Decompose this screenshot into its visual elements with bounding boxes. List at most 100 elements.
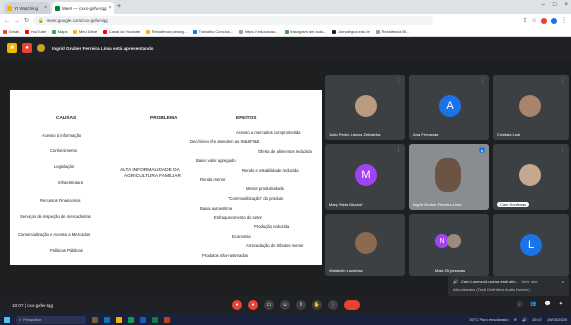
bookmark-item[interactable]: YouTube — [24, 29, 46, 34]
end-call-button[interactable] — [344, 300, 360, 310]
close-window-icon[interactable]: × — [564, 2, 568, 8]
system-tray: 30°C Parc ensolarado ≋ 🔊 10:07 19/03/202… — [469, 317, 567, 322]
forward-icon[interactable]: → — [14, 18, 20, 24]
present-icon[interactable]: ■ — [7, 43, 17, 53]
window-controls: – □ × — [542, 2, 568, 8]
bookmark-item[interactable]: Residência Bl... — [376, 29, 409, 34]
more-icon[interactable]: ⋮ — [396, 147, 401, 153]
presentation-header: ■ ● Ingrid Gruber Ferreira Lima está apr… — [0, 37, 571, 59]
chat-icon[interactable]: 💬 — [545, 301, 551, 308]
cause-item: Acesso à informação — [42, 133, 82, 138]
volume-icon[interactable]: 🔊 — [522, 317, 527, 322]
participant-tile[interactable]: ⋮ Crisitala Leal — [493, 75, 569, 140]
effect-item: Baixa autoestima — [200, 206, 233, 211]
bookmark-item[interactable]: Canal do Youtube — [103, 29, 140, 34]
minimize-icon[interactable]: – — [542, 2, 545, 8]
participant-tile[interactable]: Walderlin Lucinhas — [325, 214, 405, 276]
people-icon[interactable]: 👥 — [530, 301, 536, 308]
share-icon[interactable]: ⇪ — [523, 17, 528, 24]
url-text: meet.google.com/cxx-gxfw-tqg — [46, 18, 108, 23]
close-icon[interactable]: × — [109, 5, 112, 11]
word-icon[interactable] — [140, 316, 146, 323]
cause-item: Legislação — [54, 164, 75, 169]
participant-tile[interactable]: ⋮ M Mary Stela Bischof — [325, 144, 405, 210]
maximize-icon[interactable]: □ — [553, 2, 557, 8]
problem-text: ALTA INFORMALIDADE DA — [120, 168, 180, 173]
clock-date[interactable]: 19/03/2025 — [547, 317, 567, 322]
activities-icon[interactable]: ✦ — [559, 301, 563, 308]
cause-item: Infraestrutura — [58, 180, 83, 185]
tab-title: Meet — cxxx-gxfw-tqg — [62, 5, 107, 11]
participant-tile[interactable]: ⋮ João Pedro Llanos Zebaletra — [325, 75, 405, 140]
bookmarks-bar: Gmail YouTube Maps Meu Drive Canal do Yo… — [0, 27, 571, 37]
chrome-icon[interactable] — [128, 316, 134, 323]
close-icon[interactable]: × — [44, 5, 47, 11]
taskbar-search[interactable]: ⌕ Pesquisar — [16, 315, 86, 324]
extension-icon[interactable] — [541, 17, 547, 24]
more-icon[interactable]: ⋮ — [480, 78, 485, 84]
raise-hand-icon[interactable]: ✋ — [312, 300, 322, 310]
participant-tile-video[interactable]: ● Ingrid Gruber Ferreira Lima — [409, 144, 489, 210]
more-options-icon[interactable]: ⋮ — [328, 300, 338, 310]
more-icon[interactable]: ⋮ — [396, 78, 401, 84]
emoji-icon[interactable]: ☺ — [280, 300, 290, 310]
browser-tab[interactable]: Yt Watching × — [4, 2, 50, 14]
more-icon[interactable]: ⋮ — [560, 78, 565, 84]
bookmark-item[interactable]: Maps — [52, 29, 67, 34]
info-icon[interactable]: ⓘ — [517, 301, 522, 308]
file-explorer-icon[interactable] — [116, 316, 122, 323]
more-icon[interactable]: ⋮ — [560, 147, 565, 153]
search-placeholder: Pesquisar — [23, 317, 42, 322]
meeting-code: 10:07 | cxx-gxfw-tqg — [12, 302, 54, 308]
present-screen-icon[interactable]: ⇧ — [296, 300, 306, 310]
bookmark-item[interactable]: Meu Drive — [73, 29, 97, 34]
presenter-label: Ingrid Gruber Ferreira Lima está apresen… — [52, 45, 154, 51]
taskbar-app-icon[interactable] — [92, 316, 98, 323]
stop-icon[interactable]: ● — [22, 43, 32, 53]
star-icon[interactable]: ☆ — [532, 17, 537, 24]
cause-item: Conhecimento — [50, 148, 78, 153]
browser-tab-active[interactable]: Meet — cxxx-gxfw-tqg × — [52, 2, 114, 14]
taskbar-app-icon[interactable] — [104, 316, 110, 323]
powerpoint-icon[interactable] — [164, 316, 170, 323]
wifi-icon[interactable]: ≋ — [514, 317, 517, 322]
participant-photo — [447, 234, 461, 248]
participant-tile[interactable]: L — [493, 214, 569, 276]
bookmark-item[interactable]: Gmail — [3, 29, 19, 34]
effect-item: Menor produtividade — [246, 186, 285, 191]
effect-item: Enfraquecimento do setor — [214, 215, 262, 220]
close-icon[interactable]: × — [562, 279, 564, 284]
reload-icon[interactable]: ↻ — [24, 17, 29, 24]
toast-action-link[interactable]: Abrir aba — [521, 279, 537, 284]
url-field[interactable]: 🔒 meet.google.com/cxx-gxfw-tqg — [33, 16, 434, 25]
windows-start-icon[interactable] — [4, 316, 10, 323]
participant-tile[interactable]: ⋮ Cam Sontesas — [493, 144, 569, 210]
new-tab-icon[interactable]: + — [117, 3, 121, 10]
camera-off-icon[interactable]: ● — [248, 300, 258, 310]
effect-item: Acesso a mercados comprometida — [236, 130, 301, 135]
captions-icon[interactable]: ▭ — [264, 300, 274, 310]
audio-notification: 🔊 Cam Lorenzo/Lucena está ativ... Abrir … — [448, 276, 569, 297]
clock-time[interactable]: 10:07 — [532, 317, 542, 322]
presenter-avatar — [37, 44, 45, 52]
causas-heading: CAUSAS — [56, 116, 77, 121]
windows-taskbar: ⌕ Pesquisar 30°C Parc ensolarado ≋ 🔊 10:0… — [0, 314, 571, 325]
shared-slide: CAUSAS PROBLEMA EFEITOS ALTA INFORMALIDA… — [10, 90, 322, 265]
bookmark-item[interactable]: Jornalégua.edu.br — [332, 29, 370, 34]
profile-avatar[interactable] — [551, 17, 557, 24]
excel-icon[interactable] — [152, 316, 158, 323]
participant-name: Mais 35 pessoas — [435, 268, 466, 273]
cause-item: Comercialização e Acesso a Mercados — [18, 232, 91, 237]
participant-letter-avatar: L — [520, 234, 542, 256]
bookmark-item[interactable]: Instagram dei aula... — [284, 29, 326, 34]
back-icon[interactable]: ← — [4, 18, 10, 24]
bookmark-item[interactable]: Trabalho Conclus... — [193, 29, 233, 34]
mic-off-icon[interactable]: ● — [232, 300, 242, 310]
bookmark-item[interactable]: https://.educacao... — [239, 29, 279, 34]
participant-name: João Pedro Llanos Zebaletra — [329, 132, 381, 137]
menu-icon[interactable]: ⋮ — [561, 17, 567, 24]
participant-tile[interactable]: ⋮ A Ana Fernanda — [409, 75, 489, 140]
bookmark-item[interactable]: Residência pedag... — [146, 29, 187, 34]
browser-tab-bar: Yt Watching × Meet — cxxx-gxfw-tqg × + – □… — [0, 0, 571, 14]
participant-tile-group[interactable]: N Mais 35 pessoas — [409, 214, 489, 276]
